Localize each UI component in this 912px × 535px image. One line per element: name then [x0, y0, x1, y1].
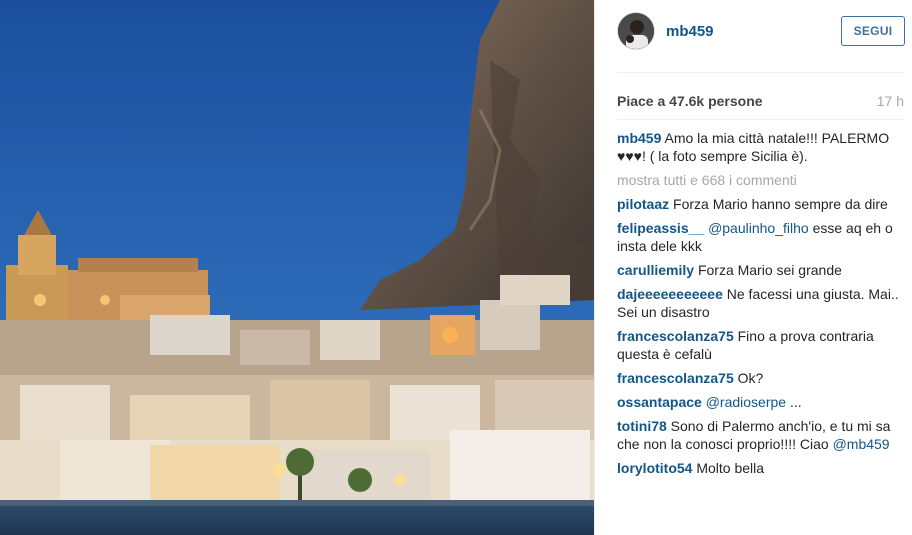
- view-all-comments-link[interactable]: mostra tutti e 668 i commenti: [617, 171, 907, 189]
- comment-item: pilotaaz Forza Mario hanno sempre da dir…: [617, 195, 907, 213]
- comment-item: felipeassis__ @paulinho_filho esse aq eh…: [617, 219, 907, 255]
- instagram-post: mb459 SEGUI Piace a 47.6k persone 17 h m…: [0, 0, 912, 535]
- comment-text: Molto bella: [696, 460, 765, 476]
- comment-item: carulliemily Forza Mario sei grande: [617, 261, 907, 279]
- comment-username[interactable]: francescolanza75: [617, 370, 734, 386]
- comment-mention[interactable]: @paulinho_filho: [708, 220, 809, 236]
- comments-list: mb459 Amo la mia città natale!!! PALERMO…: [617, 129, 907, 483]
- post-sidebar: mb459 SEGUI Piace a 47.6k persone 17 h m…: [594, 0, 912, 535]
- comment-username[interactable]: carulliemily: [617, 262, 694, 278]
- comment-text: ...: [789, 394, 802, 410]
- likes-count[interactable]: Piace a 47.6k persone: [617, 93, 763, 109]
- likes-divider: [617, 119, 904, 120]
- caption-username[interactable]: mb459: [617, 130, 661, 146]
- caption: mb459 Amo la mia città natale!!! PALERMO…: [617, 129, 907, 165]
- comment-text: Forza Mario hanno sempre da dire: [673, 196, 888, 212]
- comment-username[interactable]: francescolanza75: [617, 328, 734, 344]
- comment-username[interactable]: totini78: [617, 418, 667, 434]
- comment-text: Forza Mario sei grande: [697, 262, 842, 278]
- comment-mention[interactable]: @mb459: [833, 436, 890, 452]
- comment-item: totini78 Sono di Palermo anch'io, e tu m…: [617, 417, 907, 453]
- post-header: mb459 SEGUI: [595, 0, 912, 72]
- avatar[interactable]: [617, 12, 655, 50]
- comment-username[interactable]: lorylotito54: [617, 460, 692, 476]
- comment-username[interactable]: felipeassis__: [617, 220, 704, 236]
- cefalu-photo: [0, 0, 594, 535]
- post-photo[interactable]: [0, 0, 594, 535]
- comment-item: ossantapace @radioserpe ...: [617, 393, 907, 411]
- comment-username[interactable]: ossantapace: [617, 394, 702, 410]
- follow-button[interactable]: SEGUI: [841, 16, 905, 46]
- comment-mention[interactable]: @radioserpe: [706, 394, 786, 410]
- post-time[interactable]: 17 h: [877, 93, 904, 109]
- comment-username[interactable]: dajeeeeeeeeeee: [617, 286, 723, 302]
- comment-username[interactable]: pilotaaz: [617, 196, 669, 212]
- comment-item: francescolanza75 Fino a prova contraria …: [617, 327, 907, 363]
- comment-text: Ok?: [737, 370, 764, 386]
- comment-item: francescolanza75 Ok?: [617, 369, 907, 387]
- comment-item: lorylotito54 Molto bella: [617, 459, 907, 477]
- header-divider: [617, 72, 904, 73]
- comment-item: dajeeeeeeeeeee Ne facessi una giusta. Ma…: [617, 285, 907, 321]
- avatar-image: [618, 13, 654, 49]
- header-username[interactable]: mb459: [666, 23, 714, 40]
